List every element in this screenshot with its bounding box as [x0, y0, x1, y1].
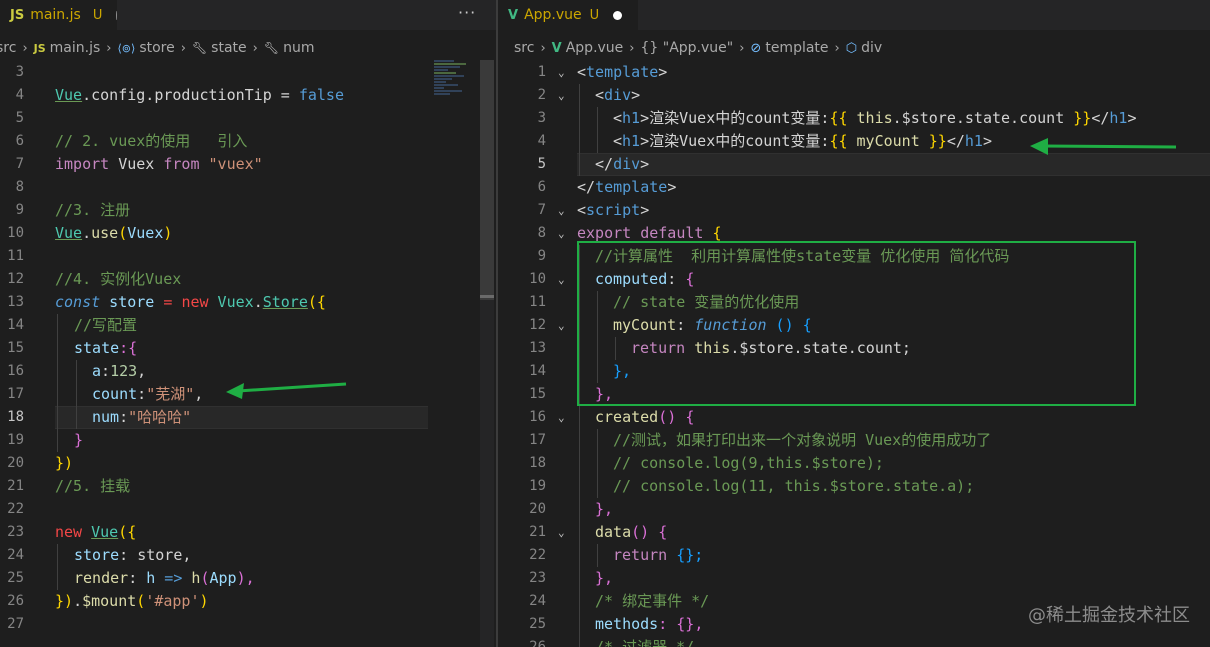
editor-pane-main-js: JS main.js U ··· src › JSmain.js › ⟨⊚⟩st… [0, 0, 496, 647]
more-actions-icon[interactable]: ··· [458, 3, 476, 22]
wrench-property-icon: 🔧︎ [263, 41, 280, 55]
fold-chevron-icon[interactable]: ⌄ [558, 199, 565, 222]
breadcrumb: src › V App.vue › {} "App.vue" › ⊘ templat… [514, 36, 1210, 60]
tab-label: main.js [30, 7, 81, 23]
code-line: 15 state:{ [0, 337, 496, 360]
chevron-right-icon: › [252, 40, 258, 56]
code-line: 26}).$mount('#app') [7, 592, 209, 610]
fold-chevron-icon[interactable]: ⌄ [558, 61, 565, 84]
unsaved-dot-icon[interactable] [613, 10, 623, 20]
code-editor[interactable]: 3 4 Vue.config.productionTip = false 5 6/… [0, 61, 496, 636]
code-line: 16 ⌄ created() { [498, 406, 1210, 429]
element-icon: ⊘ [750, 40, 762, 56]
code-line: 6 </template> [537, 178, 677, 196]
breadcrumb-item-num[interactable]: 🔧︎ num [264, 40, 315, 56]
code-line: 17//测试，如果打印出来一个对象说明 Vuex的使用成功了 [498, 429, 1210, 452]
tab-app-vue[interactable]: V App.vue U [498, 0, 638, 30]
vue-file-icon: V [508, 7, 519, 23]
code-line: 7 import Vuex from "vuex" [15, 155, 263, 173]
code-line: 21//5. 挂载 [7, 477, 131, 495]
cube-icon: ⬡ [845, 40, 858, 56]
variable-icon: ⟨⊚⟩ [117, 41, 136, 55]
highlight-box-computed-annotation [577, 241, 1136, 406]
scrollbar-thumb[interactable] [480, 60, 494, 300]
code-line: 23 new Vue({ [7, 523, 137, 541]
fold-chevron-icon[interactable]: ⌄ [558, 521, 565, 544]
code-line: 6// 2. vuex的使用 引入 [15, 132, 248, 150]
code-line: 4 Vue.config.productionTip = false [15, 86, 344, 104]
tab-bar: JS main.js U ··· [0, 0, 496, 30]
untracked-status-badge: U [589, 7, 600, 23]
code-line: 27 [7, 616, 24, 632]
code-line: 3 <h1>渲染Vuex中的count变量:{{ this.$store.stat… [498, 107, 1210, 130]
fold-chevron-icon[interactable]: ⌄ [558, 314, 565, 337]
chevron-right-icon: › [834, 40, 840, 56]
breadcrumb-item-file[interactable]: JS main.js [34, 40, 101, 56]
breadcrumb-item-src[interactable]: src [0, 40, 16, 56]
breadcrumb-item-state[interactable]: 🔧︎ state [192, 40, 247, 56]
code-line: 22 return {}; [498, 544, 1210, 567]
breadcrumb: src › JSmain.js › ⟨⊚⟩store › 🔧︎state › 🔧… [0, 36, 492, 60]
unsaved-dot-icon[interactable] [116, 10, 117, 20]
code-line: 12//4. 实例化Vuex [7, 270, 182, 288]
code-line: 3 [15, 64, 24, 80]
breadcrumb-item-template[interactable]: ⊘ template [750, 40, 828, 56]
code-line: 13 const store = new Vuex.Store({ [7, 293, 326, 311]
code-line: 18// console.log(9,this.$store); [498, 452, 1210, 475]
fold-chevron-icon[interactable]: ⌄ [558, 84, 565, 107]
code-line: 9//3. 注册 [15, 201, 131, 219]
tab-main-js[interactable]: JS main.js U [0, 0, 117, 30]
javascript-file-icon: JS [33, 41, 46, 55]
code-line: 26/* 过滤器 */ [498, 636, 1210, 647]
code-line: 25 render: h => h(App), [0, 567, 496, 590]
chevron-right-icon: › [180, 40, 186, 56]
fold-chevron-icon[interactable]: ⌄ [558, 268, 565, 291]
javascript-file-icon: JS [10, 7, 25, 23]
watermark: @稀土掘金技术社区 [1028, 601, 1190, 627]
code-line: 1 ⌄ <template> [498, 61, 1210, 84]
code-line: 5 [15, 110, 24, 126]
code-line: 23}, [498, 567, 1210, 590]
code-line: 20}) [7, 454, 74, 472]
code-line: 2 ⌄ <div> [498, 84, 1210, 107]
breadcrumb-item-div[interactable]: ⬡ div [846, 40, 882, 56]
wrench-property-icon: 🔧︎ [191, 41, 208, 55]
breadcrumb-item-store[interactable]: ⟨⊚⟩ store [118, 40, 175, 56]
chevron-right-icon: › [739, 40, 745, 56]
code-line: 19} [0, 429, 496, 452]
code-line: 20}, [498, 498, 1210, 521]
tab-label: App.vue [524, 7, 582, 23]
chevron-right-icon: › [22, 40, 28, 56]
untracked-status-badge: U [92, 7, 103, 23]
breadcrumb-item-file[interactable]: V App.vue [552, 40, 624, 56]
breadcrumb-item-src[interactable]: src [514, 40, 534, 56]
watermark-text: @稀土掘金技术社区 [1028, 605, 1190, 626]
minimap[interactable] [434, 60, 480, 120]
fold-chevron-icon[interactable]: ⌄ [558, 222, 565, 245]
chevron-right-icon: › [106, 40, 112, 56]
code-line: 8 [15, 179, 24, 195]
code-line: 10 Vue.use(Vuex) [7, 224, 173, 242]
vue-file-icon: V [551, 40, 562, 56]
code-line: 11 [7, 248, 24, 264]
chevron-right-icon: › [629, 40, 635, 56]
code-line-current: 18 num:"哈哈哈" [0, 406, 496, 429]
fold-chevron-icon[interactable]: ⌄ [558, 406, 565, 429]
code-line: 21 ⌄ data() { [498, 521, 1210, 544]
green-arrow-annotation-left [226, 382, 347, 399]
code-line: 14//写配置 [0, 314, 496, 337]
code-line: 19// console.log(11, this.$store.state.a… [498, 475, 1210, 498]
code-line: 24 store: store, [0, 544, 496, 567]
green-arrow-annotation-right [1030, 138, 1177, 155]
code-line: 22 [7, 501, 24, 517]
tab-bar: V App.vue U [498, 0, 1210, 30]
chevron-right-icon: › [540, 40, 546, 56]
breadcrumb-item-module[interactable]: {} "App.vue" [641, 40, 734, 56]
code-line: 7 ⌄ <script> [498, 199, 1210, 222]
scrollbar-cursor-marker [480, 295, 494, 298]
